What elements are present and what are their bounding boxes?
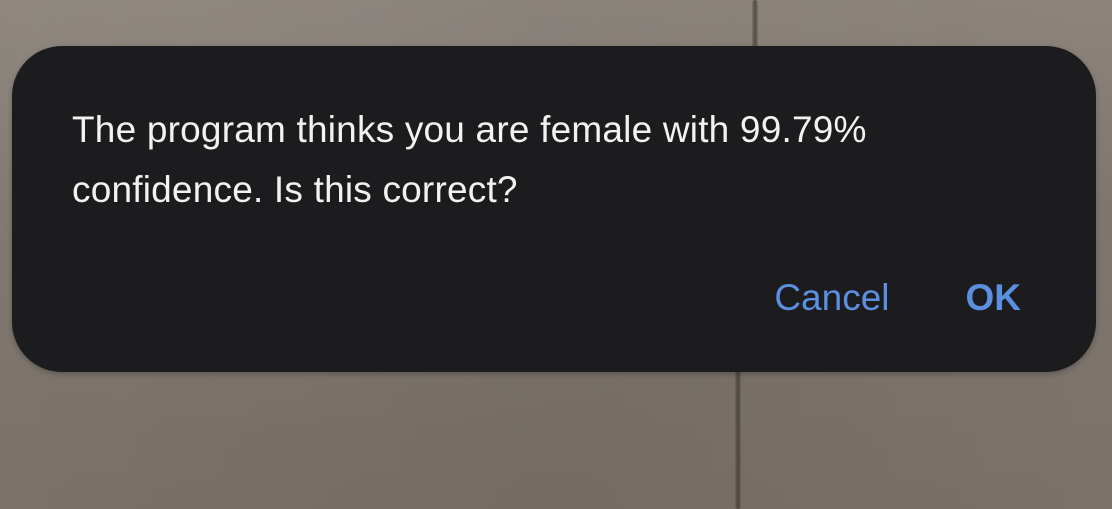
alert-message: The program thinks you are female with 9… [72,109,867,210]
alert-dialog: The program thinks you are female with 9… [12,46,1096,372]
ok-button[interactable]: OK [966,276,1022,320]
cancel-button[interactable]: Cancel [774,276,889,320]
alert-actions: Cancel OK [774,276,1021,320]
